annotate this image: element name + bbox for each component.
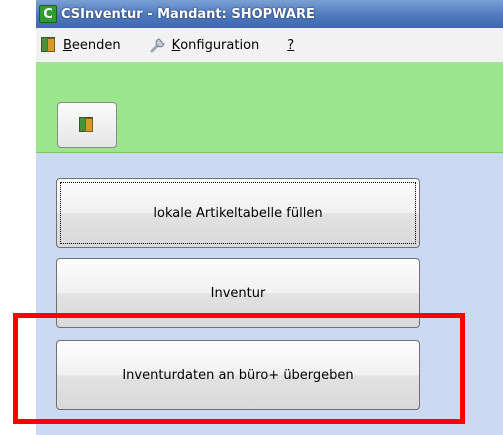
inventory-label: Inventur	[210, 285, 266, 301]
transfer-inventory-label: Inventurdaten an büro+ übergeben	[122, 367, 354, 383]
window-title: CSInventur - Mandant: SHOPWARE	[61, 6, 315, 22]
menu-konfiguration[interactable]: Konfiguration	[149, 36, 260, 54]
transfer-inventory-button[interactable]: Inventurdaten an büro+ übergeben	[56, 340, 420, 410]
wrench-icon	[149, 36, 167, 54]
main-content: lokale Artikeltabelle füllen Inventur In…	[36, 152, 503, 435]
toolbar	[36, 62, 503, 153]
app-icon: C	[39, 5, 57, 23]
title-bar: C CSInventur - Mandant: SHOPWARE	[36, 0, 503, 28]
exit-button[interactable]	[57, 102, 117, 148]
menu-beenden-label: eenden	[71, 37, 121, 53]
menu-beenden-mnemonic: B	[63, 37, 72, 53]
menu-bar: Beenden Konfiguration ?	[36, 28, 503, 62]
fill-article-table-button[interactable]: lokale Artikeltabelle füllen	[56, 178, 420, 248]
menu-konfiguration-label: onfiguration	[180, 37, 260, 53]
menu-help-label: ?	[287, 37, 295, 53]
inventory-button[interactable]: Inventur	[56, 258, 420, 328]
exit-door-icon	[40, 36, 58, 54]
exit-door-icon	[78, 116, 96, 134]
fill-article-table-label: lokale Artikeltabelle füllen	[153, 205, 323, 221]
menu-beenden[interactable]: Beenden	[40, 36, 121, 54]
menu-help[interactable]: ?	[287, 38, 294, 53]
app-window: C CSInventur - Mandant: SHOPWARE Beenden…	[36, 0, 503, 435]
menu-konfiguration-mnemonic: K	[171, 37, 181, 53]
